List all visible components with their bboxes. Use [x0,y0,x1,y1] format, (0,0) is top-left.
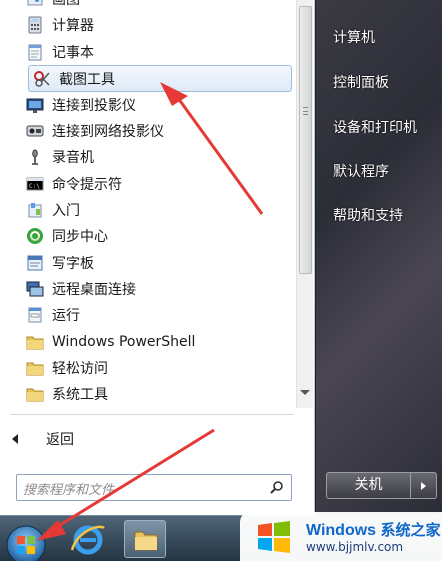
program-item-windows-powershell[interactable]: Windows PowerShell [26,329,294,355]
folder-icon [26,385,44,403]
back-label: 返回 [46,432,74,448]
taskbar-explorer[interactable] [124,520,166,558]
watermark-brand-xitong: 系统之家 [380,522,441,539]
taskbar-internet-explorer[interactable] [66,520,108,558]
divider [10,414,294,415]
program-item-system-tools[interactable]: 系统工具 [26,381,294,407]
program-item-sound-recorder[interactable]: 录音机 [26,144,294,170]
notepad-icon [26,43,44,61]
scroll-grip-icon [303,107,308,115]
program-item-remote-desktop[interactable]: 远程桌面连接 [26,276,294,302]
getting-started-icon [26,201,44,219]
shutdown-options-arrow-icon[interactable] [411,472,437,499]
calculator-icon [26,16,44,34]
windows-logo-icon [258,521,290,553]
program-item-ease-of-access[interactable]: 轻松访问 [26,355,294,381]
program-label: 录音机 [52,150,94,166]
folder-icon [26,333,44,351]
program-label: 系统工具 [52,387,108,403]
menu-item-default-programs[interactable]: 默认程序 [333,161,389,181]
scroll-down-arrow-icon[interactable] [300,390,310,395]
program-item-calculator[interactable]: 计算器 [26,12,294,38]
search-placeholder: 搜索程序和文件 [23,483,115,498]
back-arrow-icon [12,434,18,444]
program-item-wordpad[interactable]: 写字板 [26,250,294,276]
program-item-connect-network-projector[interactable]: 连接到网络投影仪 [26,118,294,144]
program-item-run[interactable]: 运行 [26,302,294,328]
search-icon[interactable] [270,480,284,494]
menu-item-control-panel[interactable]: 控制面板 [333,72,389,92]
menu-item-help-support[interactable]: 帮助和支持 [333,205,403,225]
projector-icon [26,96,44,114]
shutdown-button[interactable]: 关机 [326,472,411,499]
network-projector-icon [26,122,44,140]
sync-center-icon [26,227,44,245]
snipping-tool-icon [33,70,51,88]
program-list: 画图 计算器 记事本 截图工具 连接到投影仪 连接到网络投影仪 录音机 C:\ … [0,0,296,410]
program-item-paint[interactable]: 画图 [26,0,294,12]
menu-item-devices-printers[interactable]: 设备和打印机 [333,117,417,137]
program-label: 同步中心 [52,229,108,245]
command-prompt-icon: C:\ [26,175,44,193]
program-list-scrollbar[interactable] [296,0,313,408]
wordpad-icon [26,254,44,272]
start-orb-icon[interactable] [2,521,52,561]
watermark-url: www.bjjmlv.com [306,540,404,554]
program-item-sync-center[interactable]: 同步中心 [26,223,294,249]
scroll-thumb[interactable] [299,6,312,274]
paint-icon [26,0,44,8]
program-label: 远程桌面连接 [52,282,136,298]
program-label: 写字板 [52,256,94,272]
explorer-folder-icon [134,531,158,551]
folder-icon [26,359,44,377]
watermark-brand-windows: Windows [306,522,377,539]
program-item-notepad[interactable]: 记事本 [26,39,294,65]
program-label: 连接到投影仪 [52,98,136,114]
watermark-brand: Windows 系统之家 [306,519,441,540]
program-label: 画图 [52,0,80,8]
program-item-connect-projector[interactable]: 连接到投影仪 [26,92,294,118]
svg-text:C:\: C:\ [29,183,40,190]
program-label: 轻松访问 [52,361,108,377]
program-label: 入门 [52,203,80,219]
program-label: 运行 [52,308,80,324]
internet-explorer-icon [70,525,105,555]
program-label: 计算器 [52,18,94,34]
remote-desktop-icon [26,280,44,298]
program-item-command-prompt[interactable]: C:\ 命令提示符 [26,171,294,197]
search-input[interactable]: 搜索程序和文件 [16,474,292,501]
program-label: Windows PowerShell [52,334,196,350]
program-label: 命令提示符 [52,177,122,193]
program-label: 截图工具 [59,71,115,88]
back-button[interactable]: 返回 [12,428,162,450]
program-item-getting-started[interactable]: 入门 [26,197,294,223]
program-label: 记事本 [52,45,94,61]
program-label: 连接到网络投影仪 [52,124,164,140]
microphone-icon [26,148,44,166]
menu-item-computer[interactable]: 计算机 [333,27,375,47]
run-icon [26,306,44,324]
program-item-snipping-tool[interactable]: 截图工具 [28,65,292,92]
